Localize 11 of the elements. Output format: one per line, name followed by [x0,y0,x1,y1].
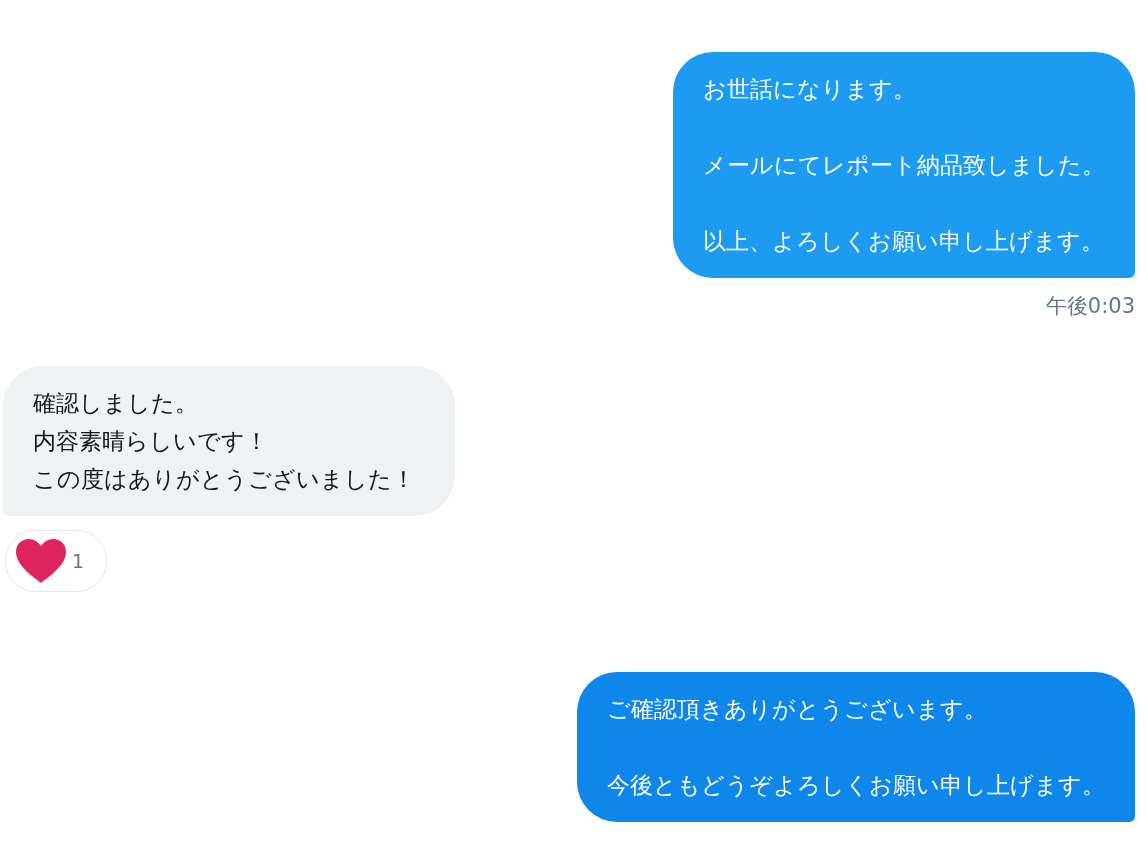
message-text: メールにてレポート納品致しました。 [703,151,1105,180]
reaction-pill[interactable]: 1 [5,530,108,592]
message-text: 今後ともどうぞよろしくお願い申し上げます。 [607,771,1105,800]
message-text: 内容素晴らしいです！ [33,427,269,456]
timestamp: 午後0:03 [1045,293,1135,320]
message-text: 以上、よろしくお願い申し上げます。 [703,227,1105,256]
heart-icon [16,539,66,583]
message-text: 確認しました。 [33,389,199,418]
message-text: お世話になります。 [703,75,917,104]
message-text: ご確認頂きありがとうございます。 [607,695,988,724]
message-text: この度はありがとうございました！ [33,465,415,494]
